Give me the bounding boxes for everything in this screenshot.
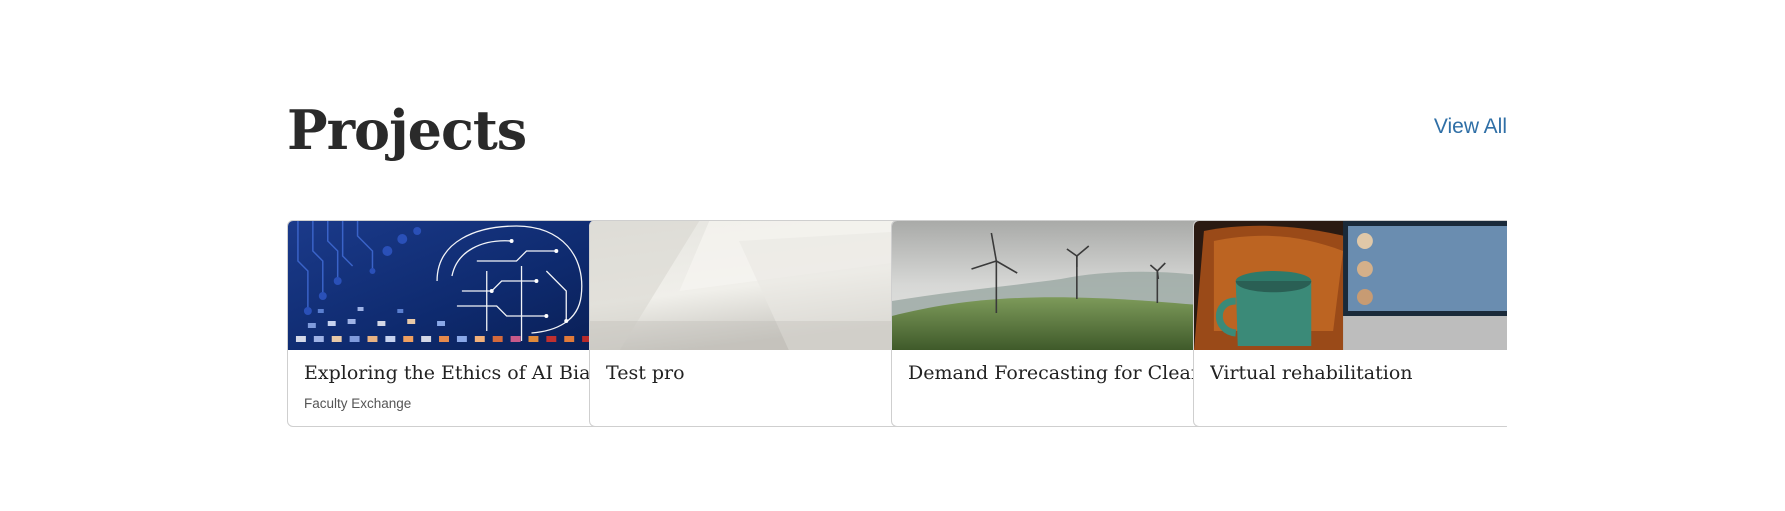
project-card[interactable]: Demand Forecasting for Clean... [891, 220, 1210, 427]
project-title: Virtual rehabilitation [1210, 362, 1413, 384]
project-title: Exploring the Ethics of AI Bias... [304, 362, 591, 384]
projects-header: Projects View All [287, 95, 1507, 175]
view-all-link[interactable]: View All [1434, 115, 1507, 139]
project-title: Demand Forecasting for Clean... [908, 362, 1195, 384]
project-image-ai-circuit-brain [288, 221, 605, 350]
projects-carousel: Exploring the Ethics of AI Bias... Facul… [287, 220, 1507, 430]
project-image-wind-turbines [892, 221, 1209, 350]
project-card[interactable]: Virtual rehabilitation [1193, 220, 1507, 427]
project-image-mug-video-call [1194, 221, 1507, 350]
project-title: Test pro [606, 362, 685, 384]
project-card[interactable]: Exploring the Ethics of AI Bias... Facul… [287, 220, 606, 427]
project-image-abstract-grey [590, 221, 907, 350]
project-subtitle: Faculty Exchange [304, 396, 412, 411]
project-card[interactable]: Test pro [589, 220, 908, 427]
section-title: Projects [287, 98, 527, 162]
projects-section: Projects View All Exploring the Ethics o… [287, 0, 1507, 511]
